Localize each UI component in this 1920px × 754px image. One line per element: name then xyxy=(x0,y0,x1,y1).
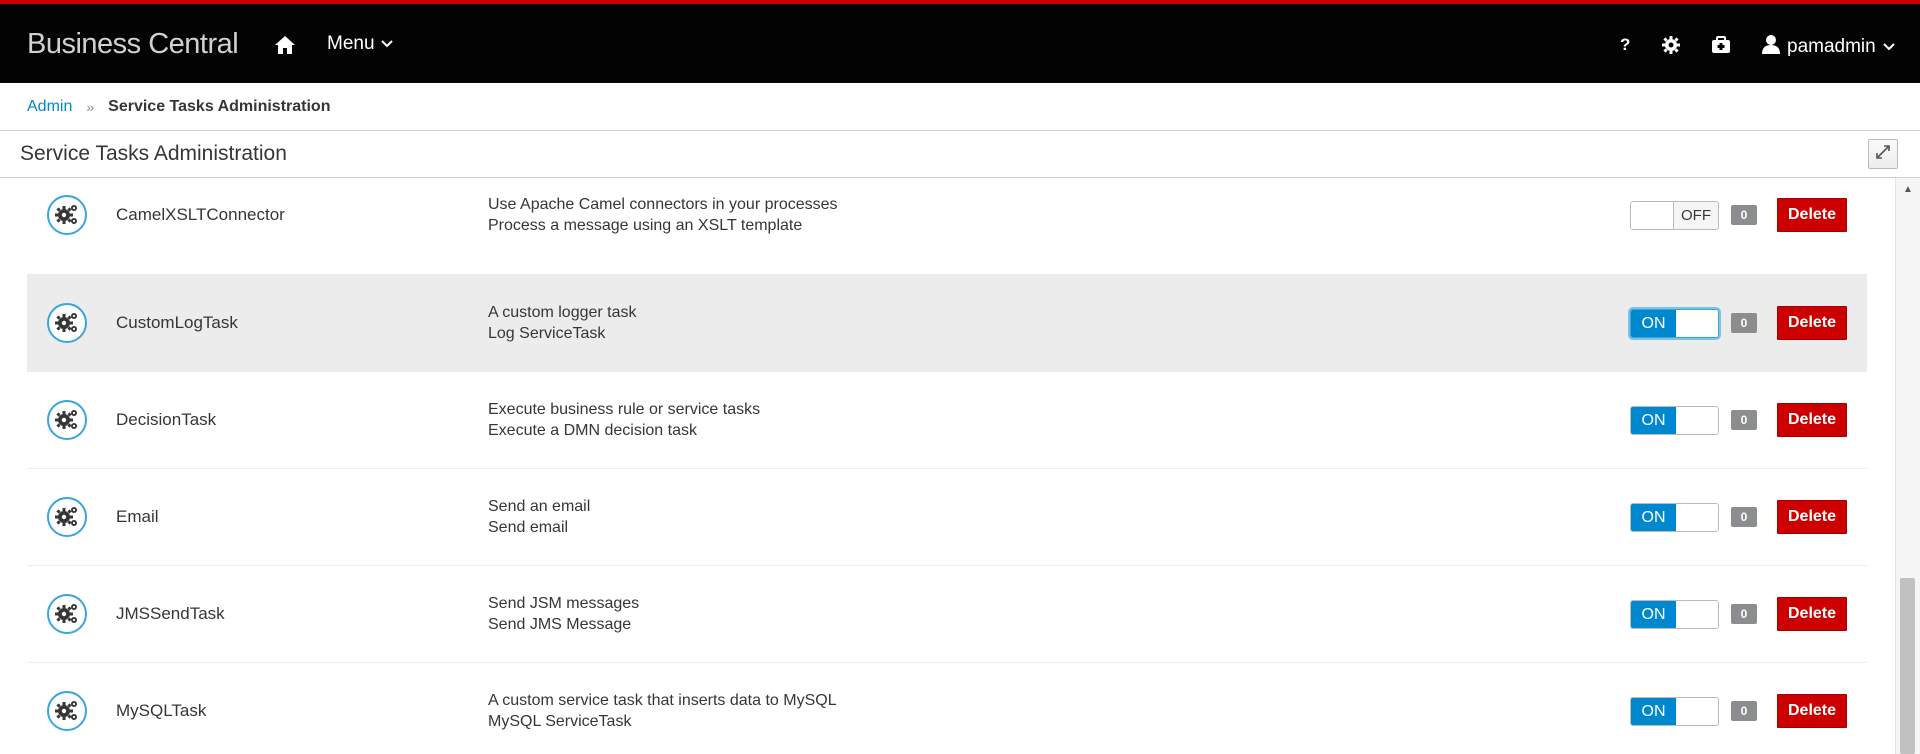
enable-toggle[interactable]: ON xyxy=(1630,406,1719,435)
task-description-line-1: A custom service task that inserts data … xyxy=(488,692,837,709)
task-description-line-2: Process a message using an XSLT template xyxy=(488,217,803,234)
task-name: CamelXSLTConnector xyxy=(116,205,285,224)
panel-title: Service Tasks Administration xyxy=(0,131,1920,178)
enable-toggle[interactable]: ON xyxy=(1630,309,1719,338)
gear-icon[interactable] xyxy=(1661,35,1681,60)
chevron-down-icon xyxy=(380,37,393,52)
chevron-down-icon xyxy=(1883,36,1895,58)
menu-label: Menu xyxy=(327,33,375,54)
delete-button[interactable]: Delete xyxy=(1777,694,1847,728)
toggle-off-label: OFF xyxy=(1673,202,1718,229)
task-description: A custom logger task Log ServiceTask xyxy=(488,302,637,344)
task-description-line-1: Execute business rule or service tasks xyxy=(488,401,761,418)
gears-icon xyxy=(47,195,87,235)
task-description-line-1: Use Apache Camel connectors in your proc… xyxy=(488,196,838,213)
gears-icon xyxy=(47,400,87,440)
task-name: DecisionTask xyxy=(116,410,217,429)
task-row[interactable]: DecisionTask Execute business rule or ser… xyxy=(27,372,1867,469)
task-description-line-2: Log ServiceTask xyxy=(488,325,606,342)
task-description-line-2: MySQL ServiceTask xyxy=(488,713,632,730)
delete-button[interactable]: Delete xyxy=(1777,306,1847,340)
task-description: Use Apache Camel connectors in your proc… xyxy=(488,194,838,236)
toggle-on-label: ON xyxy=(1631,407,1676,434)
task-name: Email xyxy=(116,507,159,526)
gears-icon xyxy=(47,497,87,537)
breadcrumb-separator: » xyxy=(86,98,95,115)
task-description-line-2: Send JMS Message xyxy=(488,616,632,633)
usage-count-badge: 0 xyxy=(1731,604,1757,624)
help-icon[interactable]: ? xyxy=(1620,35,1630,55)
toggle-on-label: ON xyxy=(1631,601,1676,628)
gears-icon xyxy=(47,691,87,731)
enable-toggle[interactable]: ON xyxy=(1630,600,1719,629)
task-description-line-1: Send JSM messages xyxy=(488,595,640,612)
usage-count-badge: 0 xyxy=(1731,410,1757,430)
task-description-line-1: Send an email xyxy=(488,498,591,515)
task-description: A custom service task that inserts data … xyxy=(488,690,837,732)
task-description: Send JSM messages Send JMS Message xyxy=(488,593,639,635)
task-name: CustomLogTask xyxy=(116,313,238,332)
task-description-line-2: Send email xyxy=(488,519,569,536)
task-row[interactable]: JMSSendTask Send JSM messages Send JMS Mes… xyxy=(27,566,1867,663)
task-description-line-2: Execute a DMN decision task xyxy=(488,422,697,439)
user-menu[interactable]: pamadmin xyxy=(1762,34,1895,60)
breadcrumb-admin-link[interactable]: Admin xyxy=(27,98,72,116)
user-icon xyxy=(1762,34,1780,60)
expand-button[interactable] xyxy=(1868,139,1898,169)
toggle-on-label: ON xyxy=(1631,504,1676,531)
scroll-up-arrow-icon[interactable]: ▲ xyxy=(1903,184,1913,195)
home-icon[interactable] xyxy=(273,33,297,57)
expand-icon xyxy=(1876,144,1890,164)
task-row[interactable]: CamelXSLTConnector Use Apache Camel conne… xyxy=(27,178,1867,275)
task-description: Execute business rule or service tasks Ex… xyxy=(488,399,760,441)
delete-button[interactable]: Delete xyxy=(1777,500,1847,534)
breadcrumb: Admin » Service Tasks Administration xyxy=(0,83,1920,131)
service-task-list: CamelXSLTConnector Use Apache Camel conne… xyxy=(27,178,1867,754)
usage-count-badge: 0 xyxy=(1731,313,1757,333)
task-row[interactable]: Email Send an email Send email ON 0 Delete xyxy=(27,469,1867,566)
toggle-on-label: ON xyxy=(1631,310,1676,337)
delete-button[interactable]: Delete xyxy=(1777,198,1847,232)
scrollbar-thumb[interactable] xyxy=(1900,578,1915,754)
scrollbar[interactable]: ▲ xyxy=(1895,178,1920,754)
briefcase-icon[interactable] xyxy=(1711,35,1731,60)
enable-toggle[interactable]: OFF xyxy=(1630,201,1719,230)
menu-dropdown[interactable]: Menu xyxy=(327,33,393,55)
enable-toggle[interactable]: ON xyxy=(1630,697,1719,726)
gears-icon xyxy=(47,303,87,343)
usage-count-badge: 0 xyxy=(1731,701,1757,721)
task-name: MySQLTask xyxy=(116,701,207,720)
task-description-line-1: A custom logger task xyxy=(488,304,637,321)
toggle-on-label: ON xyxy=(1631,698,1676,725)
breadcrumb-current: Service Tasks Administration xyxy=(108,97,331,115)
gears-icon xyxy=(47,594,87,634)
task-row[interactable]: MySQLTask A custom service task that inse… xyxy=(27,663,1867,754)
usage-count-badge: 0 xyxy=(1731,205,1757,225)
enable-toggle[interactable]: ON xyxy=(1630,503,1719,532)
delete-button[interactable]: Delete xyxy=(1777,403,1847,437)
delete-button[interactable]: Delete xyxy=(1777,597,1847,631)
usage-count-badge: 0 xyxy=(1731,507,1757,527)
task-name: JMSSendTask xyxy=(116,604,225,623)
brand-logo[interactable]: Business Central xyxy=(27,28,239,61)
top-navbar: Business Central Menu ? pamadmin xyxy=(0,0,1920,83)
task-description: Send an email Send email xyxy=(488,496,590,538)
user-name: pamadmin xyxy=(1787,36,1876,57)
task-row[interactable]: CustomLogTask A custom logger task Log Ser… xyxy=(27,275,1867,372)
